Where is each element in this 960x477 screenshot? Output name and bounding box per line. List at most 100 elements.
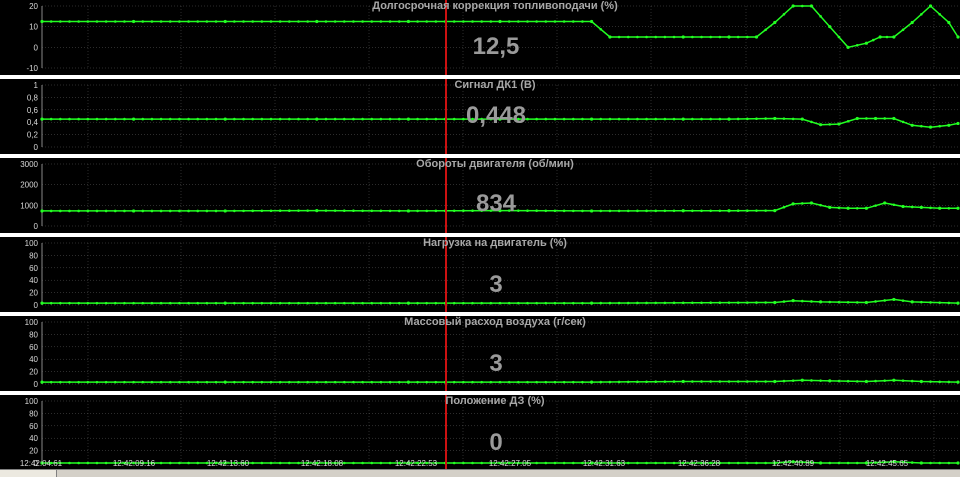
sample-dot (929, 206, 932, 210)
sample-dot (123, 117, 126, 121)
sample-dot (947, 206, 951, 210)
sample-dot (462, 301, 465, 305)
sample-dot (599, 209, 603, 213)
sample-dot (654, 380, 658, 384)
sample-dot (471, 380, 474, 384)
sample-dot (233, 209, 236, 213)
sample-dot (434, 209, 438, 213)
sample-dot (288, 301, 291, 305)
sample-dot (333, 117, 337, 121)
sample-dot (819, 203, 822, 207)
sample-dot (571, 380, 575, 384)
sample-dot (626, 209, 630, 213)
sample-dot (187, 301, 190, 305)
sample-dot (49, 20, 53, 23)
data-point (223, 19, 227, 24)
sample-dot (800, 299, 804, 303)
sample-dot (214, 209, 218, 213)
sample-dot (764, 301, 767, 304)
sample-dot (68, 20, 71, 23)
sample-dot (471, 209, 474, 212)
y-tick-label: 1000 (20, 201, 38, 210)
sample-dot (324, 117, 328, 121)
sample-dot (49, 117, 53, 121)
sample-dot (86, 301, 90, 305)
sample-dot (150, 380, 154, 384)
sample-dot (828, 300, 832, 304)
sample-dot (49, 209, 53, 213)
x-tick-label: 12:42:18.08 (301, 459, 344, 468)
sample-dot (315, 301, 319, 305)
sample-dot (278, 117, 282, 121)
sample-dot (397, 209, 401, 213)
y-tick-label: 0 (34, 222, 39, 231)
sample-dot (416, 380, 419, 384)
sample-dot (947, 301, 951, 305)
sample-dot (150, 117, 154, 121)
data-point (791, 4, 795, 8)
sample-dot (810, 300, 813, 303)
sample-dot (205, 380, 209, 384)
sample-dot (306, 301, 309, 305)
sample-dot (837, 379, 841, 383)
data-point (406, 19, 410, 24)
sample-dot (86, 380, 90, 384)
sample-dot (581, 117, 584, 121)
panel-1: 20 10 0 -10 Долгосрочная коррекция топливопо… (26, 0, 960, 75)
sample-dot (480, 301, 483, 305)
sample-dot (672, 380, 676, 383)
sample-dot (462, 209, 465, 213)
sample-dot (645, 380, 648, 384)
sample-dot (736, 117, 740, 121)
sample-dot (691, 380, 694, 383)
data-point (406, 380, 410, 384)
sample-dot (452, 380, 456, 384)
data-point (828, 25, 832, 29)
sample-dot (489, 380, 493, 384)
data-point (846, 206, 850, 210)
sample-dot (251, 380, 254, 384)
panel-title: Нагрузка на двигатель (%) (423, 237, 567, 249)
sample-dot (571, 301, 575, 305)
sample-dot (892, 203, 896, 207)
sample-dot (498, 380, 502, 384)
sample-dot (251, 20, 254, 23)
sample-dot (553, 301, 557, 305)
sample-dot (242, 380, 245, 384)
sample-dot (352, 380, 355, 384)
sample-dot (736, 209, 740, 213)
sample-dot (480, 20, 483, 23)
data-point (590, 301, 594, 305)
y-tick-label: 0 (34, 380, 39, 389)
sample-dot (242, 20, 245, 23)
sample-dot (178, 209, 181, 213)
sample-dot (352, 117, 355, 121)
sample-dot (544, 301, 548, 305)
sample-dot (663, 380, 667, 383)
sample-dot (59, 209, 62, 213)
panel-title: Долгосрочная коррекция топливоподачи (%) (372, 0, 618, 12)
data-point (40, 209, 44, 213)
cursor-value: 0,448 (466, 102, 526, 129)
sample-dot (828, 123, 832, 126)
sample-dot (672, 301, 676, 305)
sample-dot (810, 379, 813, 382)
sample-dot (526, 20, 529, 23)
x-tick-label: 12:42:27.05 (489, 459, 532, 468)
sample-dot (342, 20, 346, 23)
sample-dot (379, 380, 383, 384)
sample-dot (233, 301, 236, 305)
y-tick-label: 60 (29, 343, 38, 352)
sample-dot (782, 117, 786, 120)
data-point (809, 201, 814, 205)
data-point (883, 201, 887, 205)
sample-dot (571, 20, 575, 23)
data-point (406, 117, 410, 121)
data-point (315, 117, 319, 121)
sample-dot (141, 117, 145, 121)
sample-dot (617, 117, 621, 121)
status-bar (0, 469, 960, 477)
sample-dot (342, 209, 346, 212)
sample-dot (306, 117, 309, 121)
data-point (919, 379, 923, 384)
